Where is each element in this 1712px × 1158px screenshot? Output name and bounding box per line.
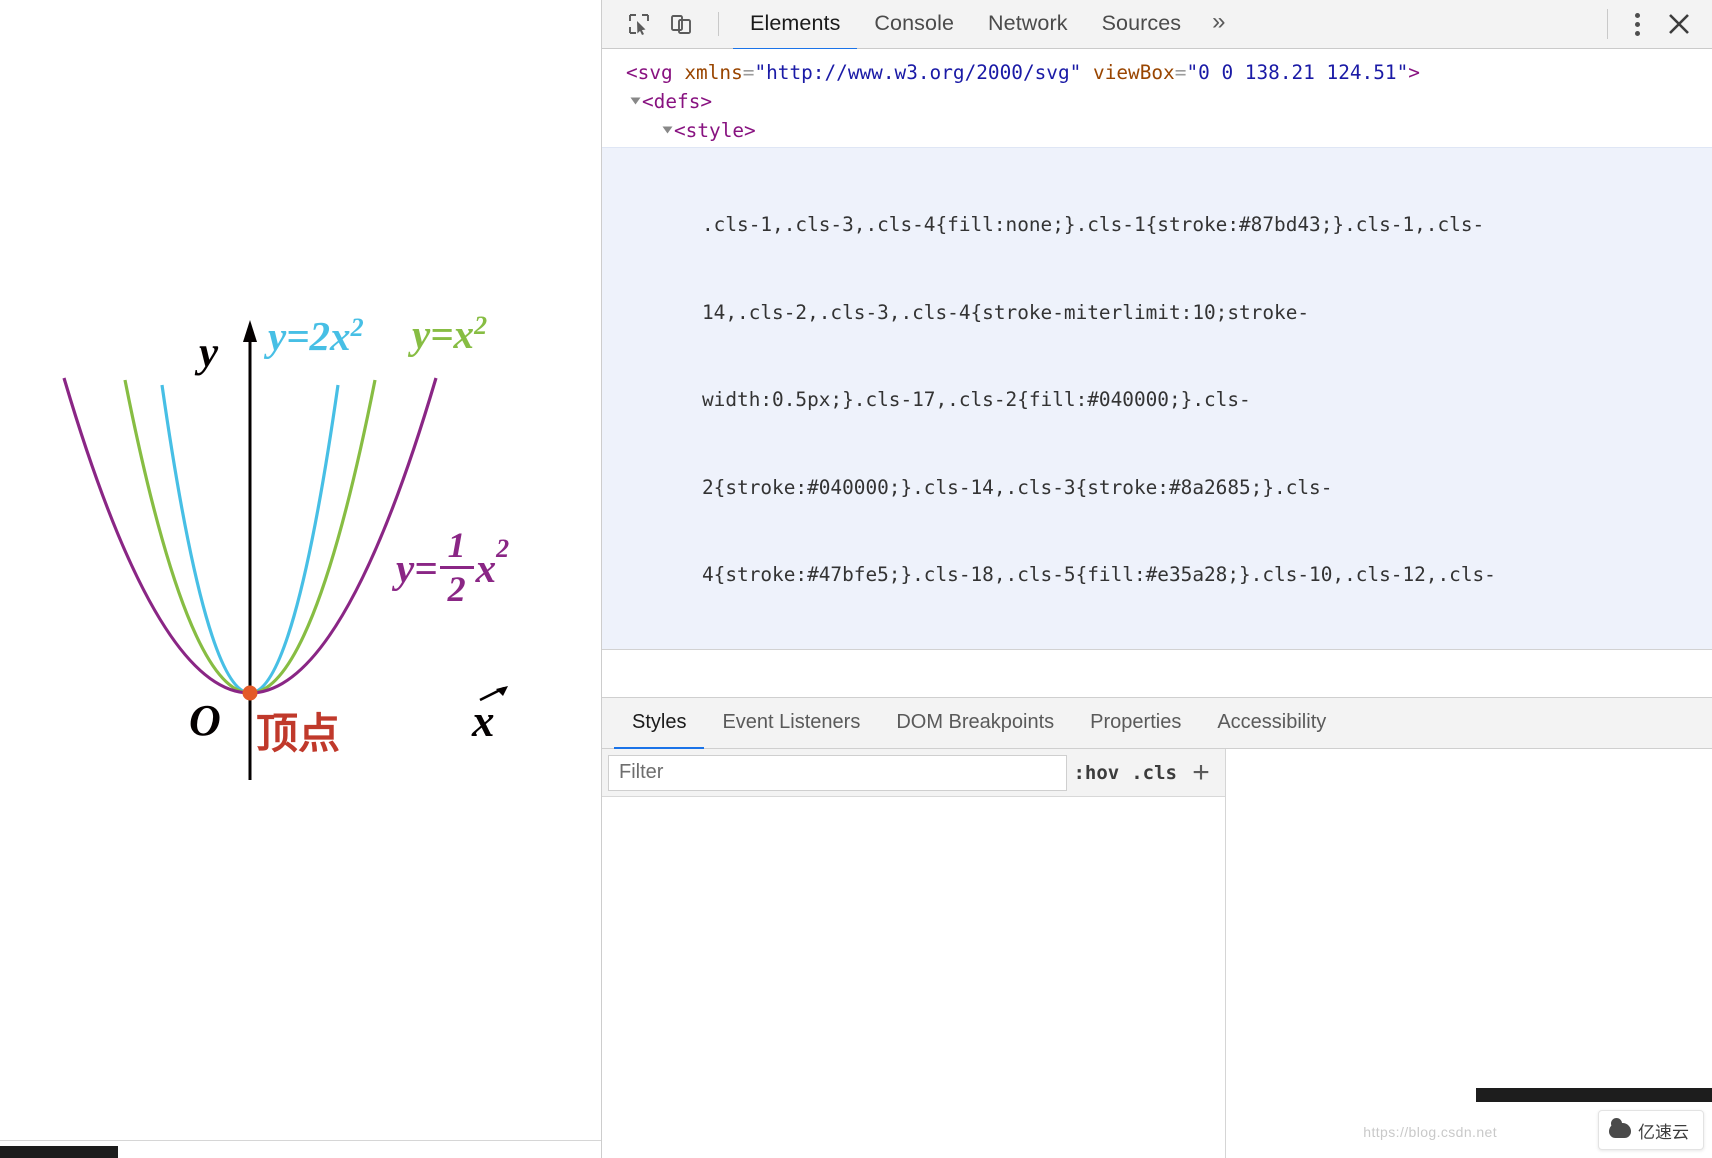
label-y-2x2-text: y=2x — [268, 313, 351, 359]
hov-toggle-button[interactable]: :hov — [1067, 757, 1125, 789]
watermark-badge: 亿速云 — [1598, 1110, 1704, 1150]
css-line: .cls-1,.cls-3,.cls-4{fill:none;}.cls-1{s… — [602, 210, 1712, 239]
cloud-icon — [1609, 1123, 1631, 1138]
css-text: .cls-1,.cls-3,.cls-4{fill:none;}.cls-1{s… — [702, 213, 1484, 236]
origin-label: O — [189, 695, 221, 746]
label-y-x2: y=x2 — [412, 310, 487, 358]
toolbar-right-divider — [1607, 9, 1608, 39]
svg-tag-open: <svg — [626, 61, 684, 84]
inspect-cursor-icon[interactable] — [620, 7, 658, 41]
watermark-badge-text: 亿速云 — [1638, 1118, 1689, 1143]
label-y-half-x2-prefix: y= — [396, 544, 438, 592]
page-horizontal-scrollbar[interactable] — [0, 1140, 601, 1158]
tab-console[interactable]: Console — [857, 0, 971, 48]
svg-attr-viewbox: viewBox — [1093, 61, 1175, 84]
expand-triangle-icon[interactable] — [631, 98, 641, 105]
watermark-url: https://blog.csdn.net — [1363, 1124, 1497, 1140]
vertex-dot — [243, 686, 258, 701]
css-text: width:0.5px;}.cls-17,.cls-2{fill:#040000… — [702, 388, 1251, 411]
svg-attr-viewbox-value: "0 0 138.21 124.51" — [1186, 61, 1408, 84]
devtools-panel: Elements Console Network Sources » <svg … — [601, 0, 1712, 1158]
svg-attr-xmlns-value: "http://www.w3.org/2000/svg" — [754, 61, 1081, 84]
styles-filter-bar: :hov .cls + — [602, 749, 1225, 797]
tab-elements[interactable]: Elements — [733, 0, 857, 51]
tab-sources[interactable]: Sources — [1085, 0, 1199, 48]
css-line: 2{stroke:#040000;}.cls-14,.cls-3{stroke:… — [602, 473, 1712, 502]
device-toolbar-icon[interactable] — [662, 7, 700, 41]
label-y-x2-sup: 2 — [474, 311, 487, 340]
tab-network[interactable]: Network — [971, 0, 1085, 48]
svg-attr-xmlns: xmlns — [684, 61, 742, 84]
more-options-icon[interactable] — [1620, 7, 1654, 41]
plus-icon[interactable]: + — [1183, 755, 1219, 791]
label-y-half-x2-suffix: x — [476, 544, 497, 592]
fraction-numerator: 1 — [448, 528, 466, 563]
parabola-figure: y x O 顶点 y=2x2 y=x2 y= 1 — [0, 0, 601, 1050]
label-y-x2-text: y=x — [412, 311, 474, 357]
label-y-2x2-sup: 2 — [351, 313, 364, 342]
css-line: 14,.cls-2,.cls-3,.cls-4{stroke-miterlimi… — [602, 298, 1712, 327]
css-line: 4{stroke:#47bfe5;}.cls-18,.cls-5{fill:#e… — [602, 560, 1712, 589]
tab-accessibility[interactable]: Accessibility — [1199, 699, 1344, 747]
dom-line-defs[interactable]: <defs> — [602, 87, 1712, 116]
label-y-half-x2: y= 1 2 x2 — [396, 528, 509, 608]
cls-toggle-button[interactable]: .cls — [1125, 757, 1183, 789]
tab-properties[interactable]: Properties — [1072, 699, 1199, 747]
svg-tag-close: > — [1408, 61, 1420, 84]
styles-rules-column: :hov .cls + — [602, 749, 1226, 1158]
css-text: 14,.cls-2,.cls-3,.cls-4{stroke-miterlimi… — [702, 301, 1309, 324]
css-line: 13,.cls-15,.cls-16,.cls-17,.cls-18,.cls-… — [602, 648, 1712, 649]
y-axis-arrow — [243, 320, 257, 342]
css-text: 2{stroke:#040000;}.cls-14,.cls-3{stroke:… — [702, 476, 1332, 499]
expand-triangle-icon[interactable] — [663, 127, 673, 134]
vertex-label: 顶点 — [256, 700, 340, 761]
style-tag: <style> — [674, 119, 756, 142]
fraction-denominator: 2 — [448, 572, 466, 607]
tab-styles[interactable]: Styles — [614, 699, 704, 750]
dom-line-svg[interactable]: <svg xmlns="http://www.w3.org/2000/svg" … — [602, 58, 1712, 87]
devtools-toolbar: Elements Console Network Sources » — [602, 0, 1712, 49]
defs-tag: <defs> — [642, 90, 712, 113]
label-y-half-x2-sup: 2 — [496, 534, 509, 564]
fraction-one-half: 1 2 — [440, 528, 474, 608]
styles-rules-list — [602, 797, 1225, 1158]
screen-root: y x O 顶点 y=2x2 y=x2 y= 1 — [0, 0, 1712, 1158]
styles-filter-input[interactable] — [608, 755, 1067, 791]
css-text: 4{stroke:#47bfe5;}.cls-18,.cls-5{fill:#e… — [702, 563, 1496, 586]
breadcrumb — [602, 649, 1712, 697]
styles-panel-tabs: Styles Event Listeners DOM Breakpoints P… — [602, 697, 1712, 749]
browser-page-content: y x O 顶点 y=2x2 y=x2 y= 1 — [0, 0, 601, 1158]
y-axis-label: y — [199, 328, 218, 377]
label-y-2x2: y=2x2 — [268, 312, 364, 360]
elements-tree[interactable]: <svg xmlns="http://www.w3.org/2000/svg" … — [602, 49, 1712, 649]
taskbar-corner-strip — [1476, 1088, 1712, 1102]
tab-dom-breakpoints[interactable]: DOM Breakpoints — [878, 699, 1072, 747]
x-axis-arrow-icon — [478, 684, 514, 710]
toolbar-divider — [718, 12, 719, 36]
css-line: width:0.5px;}.cls-17,.cls-2{fill:#040000… — [602, 385, 1712, 414]
tab-event-listeners[interactable]: Event Listeners — [704, 699, 878, 747]
dom-line-style-open[interactable]: <style> — [602, 116, 1712, 145]
close-icon[interactable] — [1660, 5, 1698, 43]
style-text-node[interactable]: .cls-1,.cls-3,.cls-4{fill:none;}.cls-1{s… — [602, 147, 1712, 649]
more-tabs-icon[interactable]: » — [1198, 0, 1239, 48]
page-scrollbar-thumb[interactable] — [0, 1146, 118, 1158]
